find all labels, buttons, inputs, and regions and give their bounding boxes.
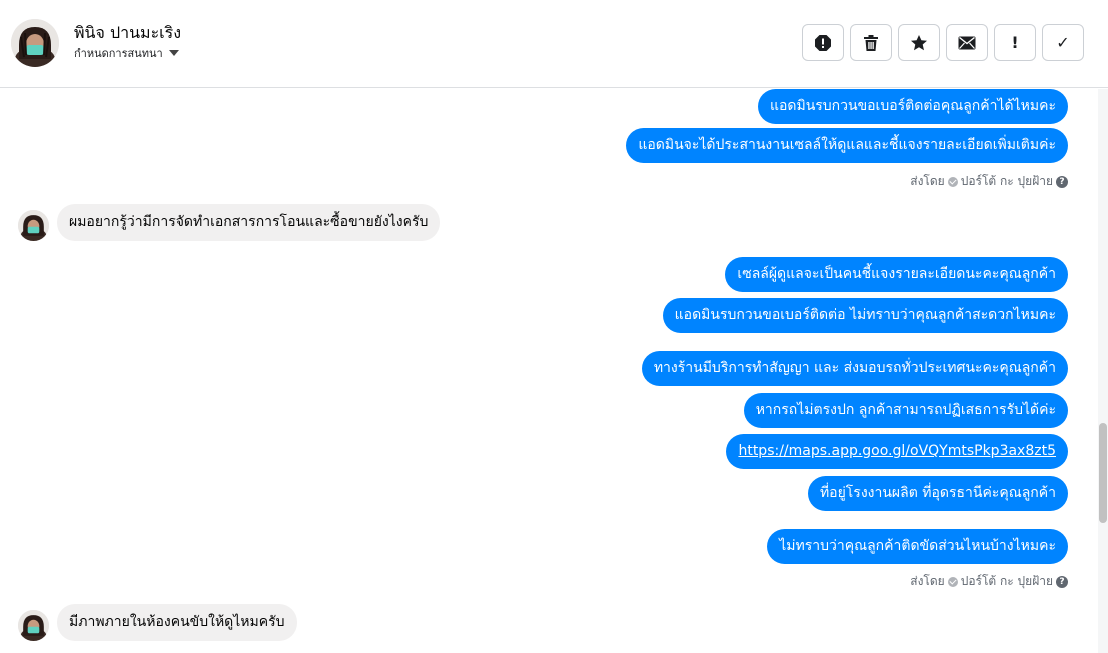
message-incoming[interactable]: ผมอยากรู้ว่ามีการจัดทำเอกสารการโอนและซื้… xyxy=(57,204,441,241)
message-outgoing-link[interactable]: https://maps.app.goo.gl/oVQYmtsPkp3ax8zt… xyxy=(726,434,1068,469)
message-outgoing[interactable]: หากรถไม่ตรงปก ลูกค้าสามารถปฏิเสธการรับได… xyxy=(743,393,1068,428)
message-outgoing[interactable]: แอดมินจะได้ประสานงานเซลล์ให้ดูแลและชี้แจ… xyxy=(626,128,1068,163)
chat-scrollbar[interactable] xyxy=(1098,89,1108,653)
trash-icon xyxy=(864,34,878,51)
sent-by-label: ส่งโดย xyxy=(910,574,945,588)
check-circle-icon xyxy=(947,576,958,587)
message-outgoing[interactable]: ที่อยู่โรงงานผลิต ที่อุดรธานีค่ะคุณลูกค้… xyxy=(807,476,1068,511)
message-outgoing[interactable]: เซลล์ผู้ดูแลจะเป็นคนชี้แจงรายละเอียดนะคะ… xyxy=(725,257,1068,292)
contact-avatar-small[interactable] xyxy=(18,210,49,241)
help-icon[interactable]: ? xyxy=(1056,575,1068,588)
caret-down-icon xyxy=(168,50,179,56)
sent-by-label: ส่งโดย xyxy=(910,174,945,188)
contact-avatar[interactable] xyxy=(11,19,59,67)
star-button[interactable] xyxy=(898,24,940,61)
message-incoming[interactable]: มีภาพภายในห้องคนขับให้ดูไหมครับ xyxy=(57,604,297,641)
mark-done-button[interactable]: ✓ xyxy=(1042,24,1084,61)
sender-name: ปอร์โต้ กะ ปุยฝ้าย xyxy=(960,574,1053,588)
message-outgoing[interactable]: ทางร้านมีบริการทำสัญญา และ ส่งมอบรถทั่วป… xyxy=(641,351,1068,386)
contact-name[interactable]: พินิจ ปานมะเริง xyxy=(74,21,181,46)
exclamation-icon: ! xyxy=(1011,33,1019,52)
envelope-icon xyxy=(958,36,976,49)
star-icon xyxy=(911,34,927,50)
help-icon[interactable]: ? xyxy=(1056,175,1068,188)
assign-label: กำหนดการสนทนา xyxy=(74,47,163,60)
header-actions: ! ✓ xyxy=(802,24,1084,61)
alert-octagon-icon xyxy=(815,34,831,51)
contact-avatar-small[interactable] xyxy=(18,610,49,641)
conversation-header: พินิจ ปานมะเริง กำหนดการสนทนา ! ✓ xyxy=(0,0,1108,88)
sent-by-footer: ส่งโดย ปอร์โต้ กะ ปุยฝ้าย ? xyxy=(910,172,1068,191)
report-button[interactable] xyxy=(802,24,844,61)
check-circle-icon xyxy=(947,176,958,187)
mark-spam-button[interactable]: ! xyxy=(994,24,1036,61)
message-outgoing[interactable]: แอดมินรบกวนขอเบอร์ติดต่อคุณลูกค้าได้ไหมค… xyxy=(757,89,1068,124)
mark-unread-button[interactable] xyxy=(946,24,988,61)
checkmark-icon: ✓ xyxy=(1056,33,1070,52)
assign-conversation-dropdown[interactable]: กำหนดการสนทนา xyxy=(74,44,179,62)
avatar-image xyxy=(18,210,49,241)
message-outgoing[interactable]: แอดมินรบกวนขอเบอร์ติดต่อ ไม่ทราบว่าคุณลู… xyxy=(662,298,1068,333)
sent-by-footer: ส่งโดย ปอร์โต้ กะ ปุยฝ้าย ? xyxy=(910,572,1068,591)
avatar-image xyxy=(11,19,59,67)
message-outgoing[interactable]: ไม่ทราบว่าคุณลูกค้าติดขัดส่วนไหนบ้างไหมค… xyxy=(767,529,1068,564)
scrollbar-thumb[interactable] xyxy=(1099,423,1107,523)
delete-button[interactable] xyxy=(850,24,892,61)
message-thread[interactable]: แอดมินรบกวนขอเบอร์ติดต่อคุณลูกค้าได้ไหมค… xyxy=(0,89,1098,653)
sender-name: ปอร์โต้ กะ ปุยฝ้าย xyxy=(960,174,1053,188)
avatar-image xyxy=(18,610,49,641)
